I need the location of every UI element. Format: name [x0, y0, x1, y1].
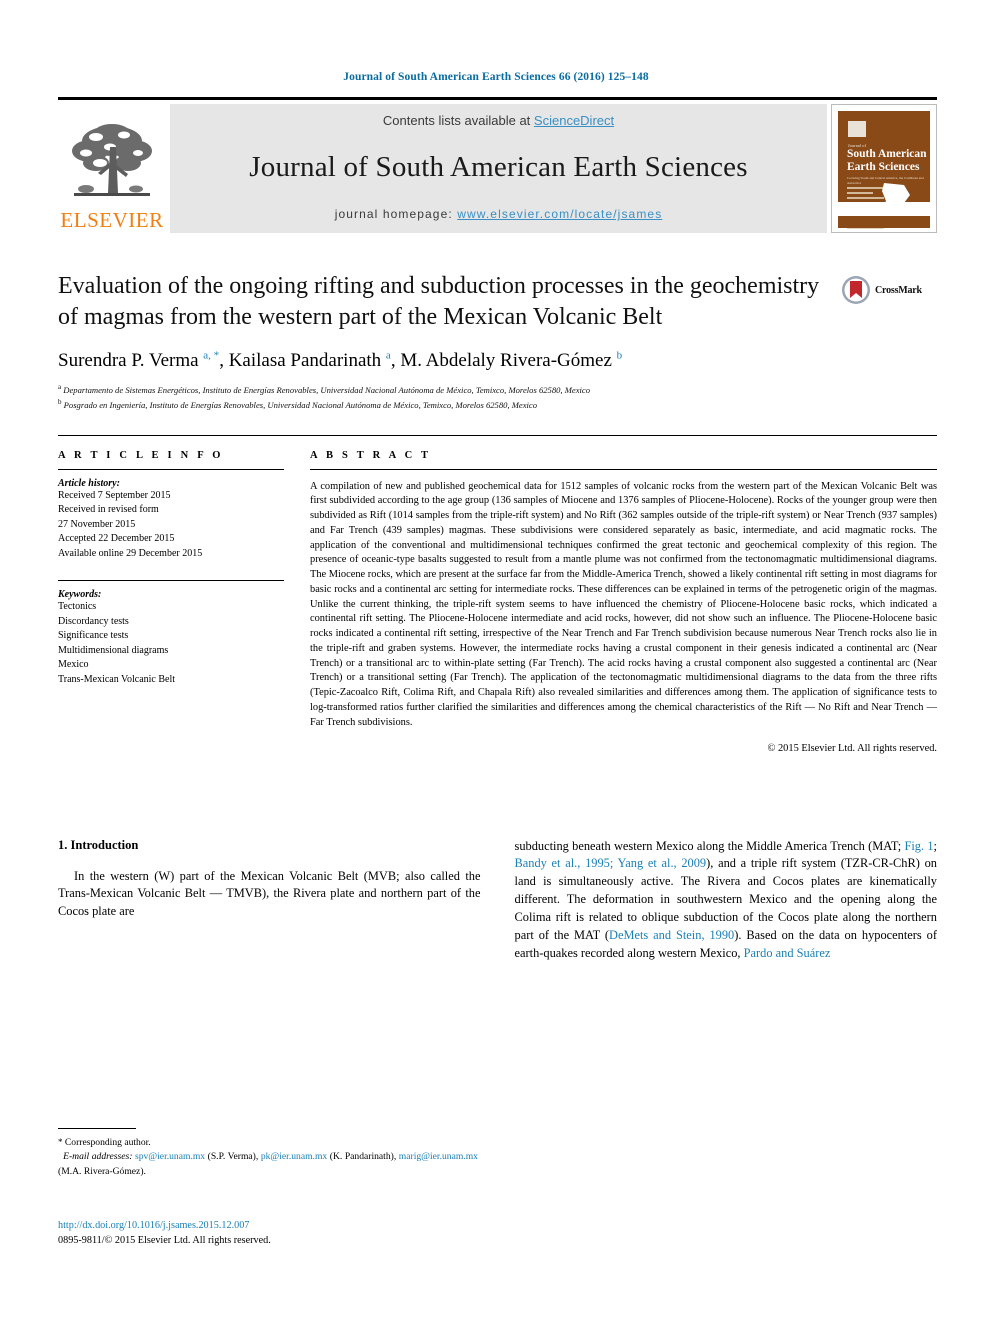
cover-bottom-strip — [838, 216, 930, 228]
keywords-rule — [58, 580, 284, 582]
affiliation-marker-b: b — [58, 398, 62, 407]
abstract-rule — [310, 468, 937, 470]
history-item: 27 November 2015 — [58, 518, 136, 530]
contents-available-line: Contents lists available at ScienceDirec… — [383, 113, 614, 128]
history-item: Received in revised form — [58, 504, 159, 516]
crossmark-logo-icon — [842, 276, 870, 304]
footnote-rule — [58, 1128, 136, 1129]
intro-paragraph-left: In the western (W) part of the Mexican V… — [58, 868, 481, 919]
affiliation-a-text: Departamento de Sistemas Energéticos, In… — [63, 385, 591, 396]
email-link-verma[interactable]: spv@ier.unam.mx — [135, 1151, 205, 1162]
email-owner-rivera: (M.A. Rivera-Gómez). — [58, 1165, 146, 1177]
cover-title-line2: Earth Sciences — [847, 161, 920, 173]
elsevier-wordmark: ELSEVIER — [60, 208, 164, 232]
body-column-right: subducting beneath western Mexico along … — [515, 838, 938, 963]
keyword-item: Significance tests — [58, 630, 129, 642]
journal-cover-thumbnail: Journal of South American Earth Sciences… — [831, 104, 937, 233]
cover-elsevier-mark-icon — [848, 121, 866, 137]
article-info-column: A R T I C L E I N F O Article history: R… — [58, 450, 310, 754]
elsevier-logo: ELSEVIER — [58, 104, 166, 233]
article-header: Evaluation of the ongoing rifting and su… — [58, 271, 937, 413]
keyword-item: Tectonics — [58, 601, 97, 613]
intro-paragraph-right: subducting beneath western Mexico along … — [515, 838, 938, 963]
email-addresses-note: E-mail addresses: spv@ier.unam.mx (S.P. … — [58, 1150, 478, 1179]
info-abstract-region: A R T I C L E I N F O Article history: R… — [58, 436, 937, 754]
abstract-column: A B S T R A C T A compilation of new and… — [310, 450, 937, 754]
crossmark-badge[interactable]: CrossMark — [841, 271, 937, 305]
issn-copyright-line: 0895-9811/© 2015 Elsevier Ltd. All right… — [58, 1235, 271, 1247]
title-column: Evaluation of the ongoing rifting and su… — [58, 271, 841, 413]
email-owner-pandarinath: (K. Pandarinath), — [329, 1151, 397, 1163]
citation-link-bandy[interactable]: Bandy et al., 1995; Yang et al., 2009 — [515, 856, 707, 870]
body-two-columns: 1. Introduction In the western (W) part … — [58, 838, 937, 963]
email-link-pandarinath[interactable]: pk@ier.unam.mx — [261, 1151, 327, 1162]
footnote-block: * Corresponding author. E-mail addresses… — [58, 1128, 478, 1179]
cover-artwork: Journal of South American Earth Sciences… — [838, 111, 930, 232]
email-owner-verma: (S.P. Verma), — [207, 1151, 259, 1163]
figure-reference-link[interactable]: Fig. 1 — [904, 839, 933, 853]
doi-link[interactable]: http://dx.doi.org/10.1016/j.jsames.2015.… — [58, 1220, 249, 1231]
keyword-item: Discordancy tests — [58, 615, 129, 627]
keywords-block: Keywords: Tectonics Discordancy tests Si… — [58, 589, 284, 687]
cover-title-line1: South American — [847, 148, 927, 160]
history-item: Available online 29 December 2015 — [58, 547, 203, 559]
email-link-rivera[interactable]: marig@ier.unam.mx — [399, 1151, 478, 1162]
affiliation-b: b Posgrado en Ingeniería, Instituto de E… — [58, 397, 823, 412]
intro-right-text-2: ; — [933, 838, 937, 853]
intro-right-text-1: subducting beneath western Mexico along … — [514, 838, 905, 853]
doi-footer: http://dx.doi.org/10.1016/j.jsames.2015.… — [58, 1218, 488, 1249]
running-head: Journal of South American Earth Sciences… — [343, 71, 649, 83]
keywords-list: Tectonics Discordancy tests Significance… — [58, 600, 284, 687]
elsevier-tree-icon — [72, 124, 152, 196]
journal-title: Journal of South American Earth Sciences — [249, 151, 748, 183]
author-list: Surendra P. Verma a, *, Kailasa Pandarin… — [58, 350, 623, 372]
crossmark-label: CrossMark — [875, 284, 922, 296]
journal-homepage-line: journal homepage: www.elsevier.com/locat… — [335, 207, 663, 221]
body-column-left: 1. Introduction In the western (W) part … — [58, 838, 481, 963]
homepage-prefix: journal homepage: — [334, 207, 453, 221]
article-info-rule — [58, 468, 284, 470]
journal-masthead: ELSEVIER Contents lists available at Sci… — [58, 97, 937, 233]
article-history-label: Article history: — [58, 477, 120, 489]
citation-link-demets[interactable]: DeMets and Stein, 1990 — [609, 928, 734, 942]
cover-white-band — [838, 202, 930, 216]
corresponding-author-text: Corresponding author. — [64, 1137, 151, 1148]
keyword-item: Mexico — [58, 659, 89, 671]
abstract-copyright: © 2015 Elsevier Ltd. All rights reserved… — [767, 742, 938, 754]
page-title: Evaluation of the ongoing rifting and su… — [58, 273, 820, 330]
history-item: Accepted 22 December 2015 — [58, 533, 175, 545]
affiliation-b-text: Posgrado en Ingeniería, Instituto de Ene… — [63, 400, 538, 411]
affiliation-marker-a: a — [58, 383, 62, 392]
corresponding-author-note: * Corresponding author. — [58, 1136, 478, 1150]
section-heading-introduction: 1. Introduction — [58, 837, 139, 852]
keywords-label: Keywords: — [58, 589, 102, 601]
email-addresses-label: E-mail addresses: — [63, 1151, 133, 1163]
masthead-center: Contents lists available at ScienceDirec… — [170, 104, 827, 233]
article-info-heading: A R T I C L E I N F O — [58, 449, 224, 461]
affiliation-a: a Departamento de Sistemas Energéticos, … — [58, 382, 823, 397]
article-history-list: Received 7 September 2015 Received in re… — [58, 489, 284, 562]
sciencedirect-link[interactable]: ScienceDirect — [534, 113, 614, 128]
citation-link-pardo[interactable]: Pardo and Suárez — [744, 946, 831, 960]
journal-homepage-link[interactable]: www.elsevier.com/locate/jsames — [457, 207, 662, 221]
history-item: Received 7 September 2015 — [58, 489, 171, 501]
keyword-item: Trans-Mexican Volcanic Belt — [58, 673, 176, 685]
keyword-item: Multidimensional diagrams — [58, 644, 169, 656]
abstract-text: A compilation of new and published geoch… — [310, 480, 937, 728]
corresponding-author-marker: * — [58, 1137, 63, 1147]
abstract-heading: A B S T R A C T — [310, 449, 432, 461]
contents-prefix: Contents lists available at — [382, 113, 531, 128]
